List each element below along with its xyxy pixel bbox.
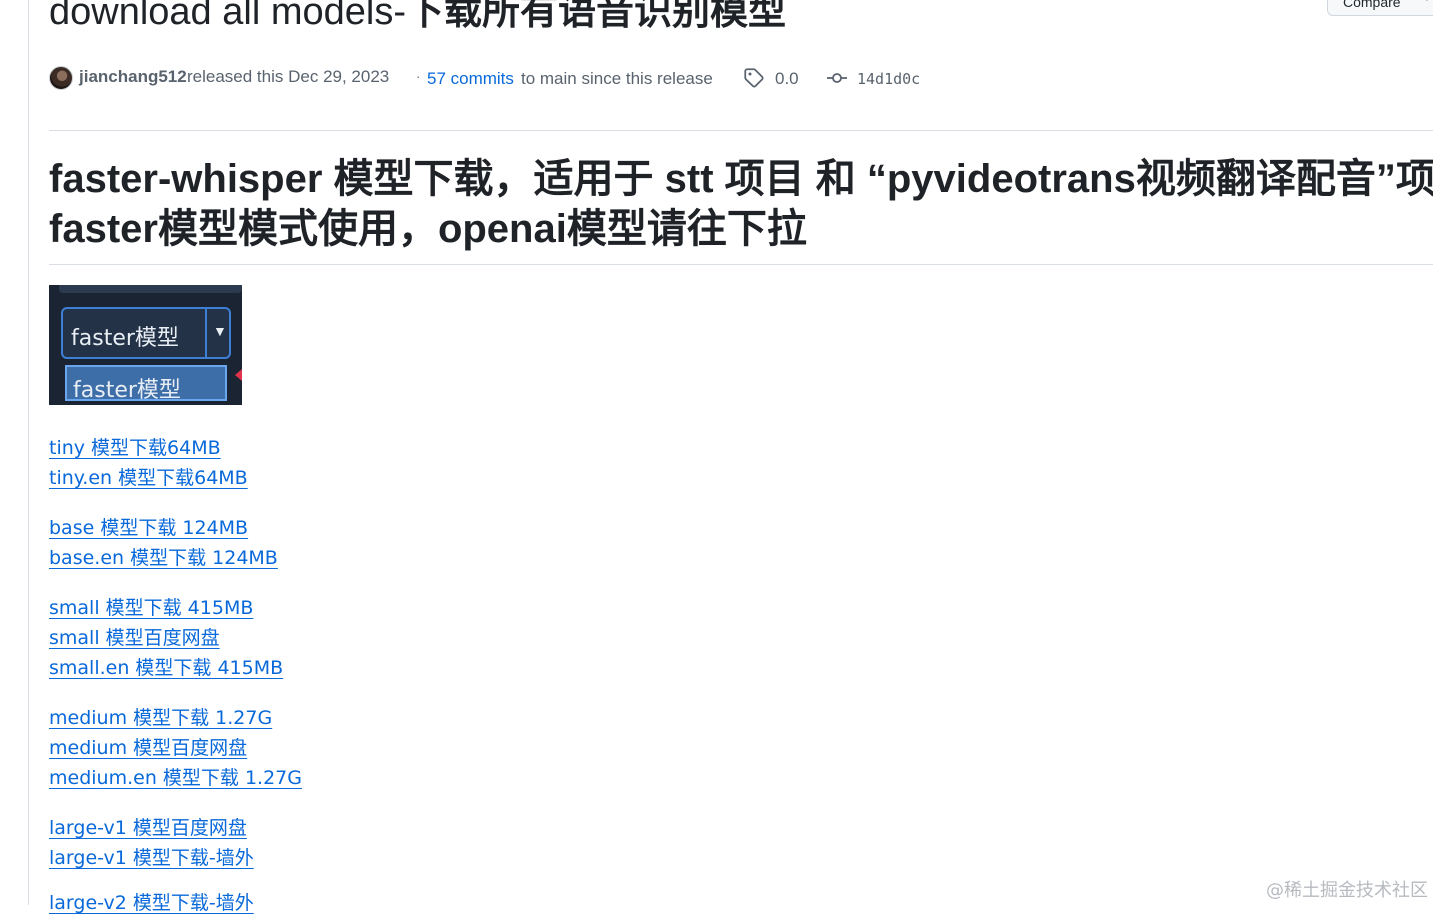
tag-link[interactable]: 0.0 xyxy=(775,69,799,89)
compare-button[interactable]: Compare ▼ xyxy=(1327,0,1433,16)
link-large-v1-baidu[interactable]: large-v1 模型百度网盘 xyxy=(49,815,247,841)
link-small-en-download[interactable]: small.en 模型下载 415MB xyxy=(49,655,283,681)
git-commit-icon xyxy=(826,70,848,91)
link-small-baidu[interactable]: small 模型百度网盘 xyxy=(49,625,220,651)
link-base-download[interactable]: base 模型下载 124MB xyxy=(49,515,248,541)
link-large-v2-download[interactable]: large-v2 模型下载-墙外 xyxy=(49,890,254,916)
commit-sha-link[interactable]: 14d1d0c xyxy=(857,70,920,88)
compare-button-label: Compare xyxy=(1343,0,1401,10)
watermark: @稀土掘金技术社区 xyxy=(1266,880,1428,901)
link-base-en-download[interactable]: base.en 模型下载 124MB xyxy=(49,545,278,571)
left-border xyxy=(28,0,29,905)
link-medium-download[interactable]: medium 模型下载 1.27G xyxy=(49,705,272,731)
link-medium-baidu[interactable]: medium 模型百度网盘 xyxy=(49,735,247,761)
link-small-download[interactable]: small 模型下载 415MB xyxy=(49,595,253,621)
model-download-links: tiny 模型下载64MB tiny.en 模型下载64MB base 模型下载… xyxy=(49,0,649,914)
chevron-down-icon: ▼ xyxy=(1422,0,1432,4)
link-tiny-en-download[interactable]: tiny.en 模型下载64MB xyxy=(49,465,248,491)
link-medium-en-download[interactable]: medium.en 模型下载 1.27G xyxy=(49,765,302,791)
link-large-v1-download[interactable]: large-v1 模型下载-墙外 xyxy=(49,845,254,871)
tag-icon xyxy=(744,68,764,93)
link-tiny-download[interactable]: tiny 模型下载64MB xyxy=(49,435,221,461)
